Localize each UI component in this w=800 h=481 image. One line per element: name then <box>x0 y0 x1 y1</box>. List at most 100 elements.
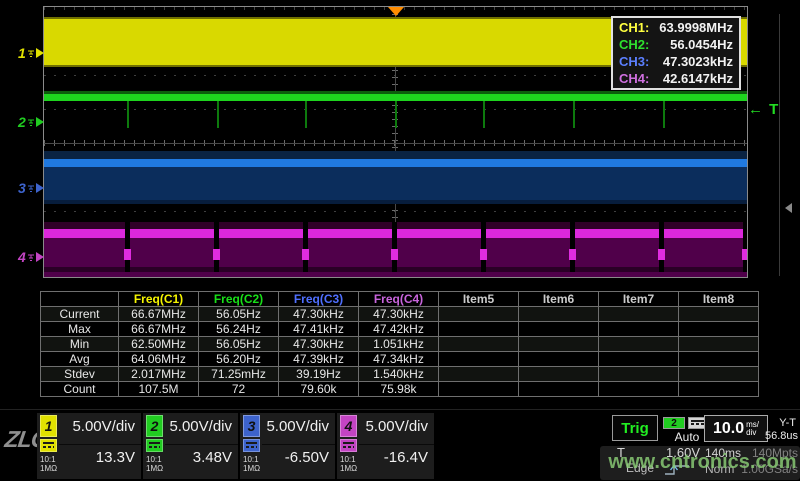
table-cell: 47.30kHz <box>279 307 359 322</box>
ch4-badge[interactable]: 4 <box>340 415 357 437</box>
table-cell: 79.60k <box>279 382 359 397</box>
ch4-gap <box>659 222 664 272</box>
table-cell <box>519 337 599 352</box>
ch4-runt-pulse <box>124 249 131 260</box>
trigger-position-marker[interactable] <box>388 7 404 16</box>
ch3-probe-info: 10:11MΩ <box>243 455 260 473</box>
ch2-spike <box>573 101 575 128</box>
ch1-settings[interactable]: 1 10:11MΩ 5.00V/div 13.3V <box>37 413 141 479</box>
table-cell: 1.051kHz <box>359 337 439 352</box>
column-header: Item7 <box>599 292 679 307</box>
ch2-settings[interactable]: 2 10:11MΩ 5.00V/div 3.48V <box>143 413 238 479</box>
table-row: Stdev2.017MHz71.25mHz39.19Hz1.540kHz <box>41 367 759 382</box>
ch1-probe-info: 10:11MΩ <box>40 455 57 473</box>
table-cell <box>439 307 519 322</box>
table-cell: 66.67MHz <box>119 307 199 322</box>
ch2-spike <box>305 101 307 128</box>
dc-coupling-icon <box>243 439 260 452</box>
table-cell <box>439 337 519 352</box>
table-cell: 2.017MHz <box>119 367 199 382</box>
arrow-right-icon <box>36 183 44 193</box>
ch2-position-marker[interactable]: 2 <box>18 113 44 131</box>
ch4-gap <box>214 222 219 272</box>
table-cell <box>599 322 679 337</box>
ch3-settings[interactable]: 3 10:11MΩ 5.00V/div -6.50V <box>240 413 335 479</box>
divider <box>262 444 335 445</box>
ch2-spike <box>395 101 397 128</box>
ground-icon <box>27 49 35 58</box>
table-cell <box>679 352 759 367</box>
table-cell <box>599 367 679 382</box>
ch4-runt-pulse <box>658 249 665 260</box>
table-cell <box>519 307 599 322</box>
ch3-offset: -6.50V <box>285 449 329 466</box>
timebase-unit: ms/div <box>746 421 759 437</box>
row-label: Stdev <box>41 367 119 382</box>
freq-row-ch1: CH1: 63.9998MHz <box>613 19 739 36</box>
table-cell <box>599 337 679 352</box>
ch4-settings[interactable]: 4 10:11MΩ 5.00V/div -16.4V <box>337 413 434 479</box>
ch4-position-marker[interactable]: 4 <box>18 248 44 266</box>
freq-row-ch3: CH3:47.3023kHz <box>613 53 739 70</box>
divider <box>359 444 434 445</box>
ch3-waveform-fringe <box>44 200 747 204</box>
table-header-row: Freq(C1)Freq(C2)Freq(C3)Freq(C4)Item5Ite… <box>41 292 759 307</box>
ch2-scale: 5.00V/div <box>169 418 232 435</box>
ch1-scale: 5.00V/div <box>72 418 135 435</box>
table-cell: 56.20Hz <box>199 352 279 367</box>
freq-ch1-value: 63.9998MHz <box>659 19 733 36</box>
arrow-left-icon: ← <box>748 101 764 118</box>
ch2-badge[interactable]: 2 <box>146 415 163 437</box>
timebase-mode: Y-T <box>779 417 796 429</box>
timebase-scale: 10.0 <box>713 420 744 438</box>
watermark-text: www.cntronics.com <box>605 451 800 474</box>
table-cell <box>599 382 679 397</box>
ch3-badge[interactable]: 3 <box>243 415 260 437</box>
dc-coupling-icon <box>340 439 357 452</box>
divider <box>165 444 238 445</box>
table-cell <box>679 322 759 337</box>
ch4-probe-info: 10:11MΩ <box>340 455 357 473</box>
ch4-gap <box>743 222 748 272</box>
row-label: Count <box>41 382 119 397</box>
level-slider-handle[interactable] <box>785 203 792 213</box>
ch4-runt-pulse <box>302 249 309 260</box>
ch4-runt-pulse <box>391 249 398 260</box>
freq-ch1-label: CH1: <box>619 19 649 36</box>
table-cell: 56.05Hz <box>199 307 279 322</box>
dc-coupling-icon <box>146 439 163 452</box>
ch3-position-marker[interactable]: 3 <box>18 179 44 197</box>
column-header: Freq(C3) <box>279 292 359 307</box>
level-slider-track <box>779 14 780 276</box>
freq-ch3-value: 47.3023kHz <box>663 53 733 70</box>
ch2-marker-label: 2 <box>18 114 26 130</box>
arrow-right-icon <box>36 117 44 127</box>
ch1-badge[interactable]: 1 <box>40 415 57 437</box>
ch2-offset: 3.48V <box>193 449 232 466</box>
ch1-position-marker[interactable]: 1 <box>18 44 44 62</box>
column-header <box>41 292 119 307</box>
table-cell <box>679 382 759 397</box>
table-cell: 47.39kHz <box>279 352 359 367</box>
table-cell: 66.67MHz <box>119 322 199 337</box>
table-row: Avg64.06MHz56.20Hz47.39kHz47.34kHz <box>41 352 759 367</box>
ch4-runt-pulse <box>569 249 576 260</box>
column-header: Freq(C2) <box>199 292 279 307</box>
table-cell <box>439 352 519 367</box>
ch2-spike <box>483 101 485 128</box>
row-label: Avg <box>41 352 119 367</box>
trigger-source-badge[interactable]: 2 <box>663 417 685 429</box>
timebase-delay: 56.8us <box>765 430 798 442</box>
trigger-level-marker[interactable]: ← T <box>748 101 779 118</box>
column-header: Freq(C1) <box>119 292 199 307</box>
table-cell <box>599 352 679 367</box>
ch1-marker-label: 1 <box>18 45 26 61</box>
table-cell: 47.42kHz <box>359 322 439 337</box>
trigger-button[interactable]: Trig <box>612 415 658 441</box>
ch3-marker-label: 3 <box>18 180 26 196</box>
ch4-runt-pulse <box>480 249 487 260</box>
ch3-waveform-body <box>44 167 747 200</box>
ch4-waveform <box>44 222 747 272</box>
table-cell <box>679 337 759 352</box>
timebase-button[interactable]: 10.0 ms/div <box>704 415 768 442</box>
